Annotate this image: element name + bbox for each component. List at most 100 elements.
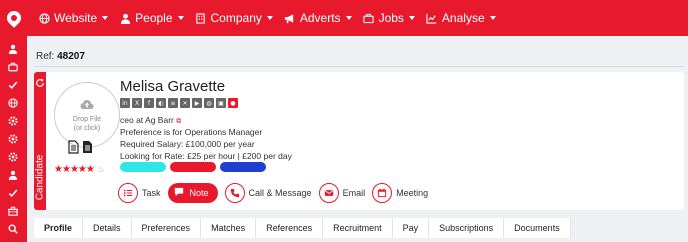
nav-analyse[interactable]: Analyse [426, 11, 496, 25]
star-icon: ★ [85, 164, 95, 175]
profile-tabs: Profile Details Preferences Matches Refe… [34, 218, 571, 238]
tag-pill[interactable] [120, 162, 166, 172]
avatar-drop-zone[interactable]: Drop File (or click) [54, 82, 120, 148]
tab-documents[interactable]: Documents [504, 218, 571, 238]
globe-icon [38, 12, 50, 24]
chevron-down-icon [345, 16, 352, 20]
chart-icon [426, 12, 438, 24]
star-icon: ★ [61, 164, 71, 175]
tab-recruitment[interactable]: Recruitment [323, 218, 393, 238]
call-label: Call & Message [248, 188, 312, 198]
app-logo[interactable] [0, 0, 27, 36]
tab-preferences[interactable]: Preferences [132, 218, 202, 238]
toolbox-icon[interactable] [6, 204, 20, 218]
email-button[interactable]: Email [318, 183, 366, 203]
tab-details[interactable]: Details [83, 218, 132, 238]
check-icon[interactable] [6, 78, 20, 92]
ref-value: 48207 [57, 51, 85, 62]
phone-icon [224, 183, 245, 203]
search-icon[interactable] [6, 222, 20, 236]
tab-subscriptions[interactable]: Subscriptions [429, 218, 505, 238]
gear-icon[interactable] [6, 132, 20, 146]
drop-file-hint: (or click) [73, 125, 101, 132]
x-icon[interactable]: X [132, 98, 142, 108]
document-icons [68, 140, 93, 159]
task-icon [118, 183, 138, 203]
website-icon[interactable]: ◍ [204, 98, 214, 108]
rating-stars[interactable]: ★ ★ ★ ★ ★ ♨ [54, 164, 105, 175]
chevron-down-icon [102, 16, 109, 20]
main-nav: Website People Company Adverts Jobs Anal… [38, 0, 496, 36]
person-icon[interactable] [6, 42, 20, 56]
linkedin-icon[interactable]: in [120, 98, 130, 108]
gear-icon[interactable] [6, 114, 20, 128]
email-label: Email [342, 188, 366, 198]
candidate-salary: Required Salary: £100,000 per year [120, 139, 255, 149]
person-icon[interactable] [6, 168, 20, 182]
gear-icon[interactable] [6, 150, 20, 164]
facebook-icon[interactable]: f [144, 98, 154, 108]
tab-profile[interactable]: Profile [34, 218, 84, 238]
note-button[interactable]: Note [167, 183, 218, 203]
candidate-role[interactable]: ceo at Ag Barr [120, 115, 174, 125]
nav-jobs[interactable]: Jobs [363, 11, 415, 25]
map-pin-icon[interactable]: ● [228, 98, 238, 108]
tab-pay[interactable]: Pay [393, 218, 430, 238]
briefcase-icon [363, 12, 375, 24]
task-label: Task [142, 188, 161, 198]
divider [34, 66, 684, 67]
nav-jobs-label: Jobs [378, 11, 404, 25]
chevron-down-icon [489, 16, 496, 20]
social-links: in X f ◐ ≡ ✕ ▶ ◍ ▣ ● [120, 98, 238, 108]
external-link-icon[interactable]: ⧉ [176, 118, 181, 125]
meeting-button[interactable]: Meeting [372, 183, 428, 203]
nav-adverts-label: Adverts [299, 11, 341, 25]
note-label: Note [189, 188, 209, 198]
star-icon: ★ [54, 164, 63, 175]
nav-people-label: People [135, 11, 173, 25]
person-icon [119, 12, 131, 24]
github-icon[interactable]: ◐ [156, 98, 166, 108]
role-line: ceo at Ag Barr ⧉ [120, 115, 181, 126]
logo-mark [3, 8, 24, 28]
megaphone-icon [284, 12, 296, 24]
globe-icon[interactable] [6, 96, 20, 110]
building-icon [195, 12, 207, 24]
chevron-down-icon [266, 16, 273, 20]
file-document-icon[interactable] [82, 140, 93, 159]
note-icon [174, 187, 184, 199]
upload-cloud-icon [80, 97, 94, 115]
camera-icon[interactable]: ▣ [216, 98, 226, 108]
call-message-button[interactable]: Call & Message [224, 183, 312, 203]
xing-icon[interactable]: ✕ [180, 98, 190, 108]
nav-company-label: Company [210, 11, 262, 25]
check-icon[interactable] [6, 186, 20, 200]
task-button[interactable]: Task [118, 183, 161, 203]
action-bar: Task Note Call & Message Email Meeting [118, 183, 428, 203]
tab-references[interactable]: References [256, 218, 324, 238]
briefcase-icon[interactable] [6, 60, 20, 74]
candidate-name: Melisa Gravette [120, 78, 226, 95]
cv-document-icon[interactable] [68, 140, 79, 159]
chevron-down-icon [408, 16, 415, 20]
reference-line: Ref: 48207 [36, 51, 85, 62]
nav-website[interactable]: Website [38, 11, 109, 25]
left-sidebar [0, 36, 27, 242]
top-navbar: Website People Company Adverts Jobs Anal… [0, 0, 688, 36]
stack-icon[interactable]: ≡ [168, 98, 178, 108]
nav-adverts[interactable]: Adverts [284, 11, 352, 25]
candidate-card: Candidate Drop File (or click) ★ ★ ★ ★ ★ ♨ M… [34, 72, 684, 210]
tag-list [120, 162, 266, 172]
candidate-rate: Looking for Rate: £25 per hour | £200 pe… [120, 151, 292, 161]
envelope-icon [318, 183, 339, 203]
youtube-icon[interactable]: ▶ [192, 98, 202, 108]
tag-pill[interactable] [170, 162, 216, 172]
nav-analyse-label: Analyse [441, 11, 485, 25]
tab-matches[interactable]: Matches [201, 218, 257, 238]
nav-people[interactable]: People [119, 11, 184, 25]
nav-company[interactable]: Company [195, 11, 273, 25]
tag-pill[interactable] [220, 162, 266, 172]
drop-file-text: Drop File [72, 116, 102, 123]
ref-label: Ref: [36, 51, 55, 62]
refresh-icon[interactable] [35, 75, 45, 87]
